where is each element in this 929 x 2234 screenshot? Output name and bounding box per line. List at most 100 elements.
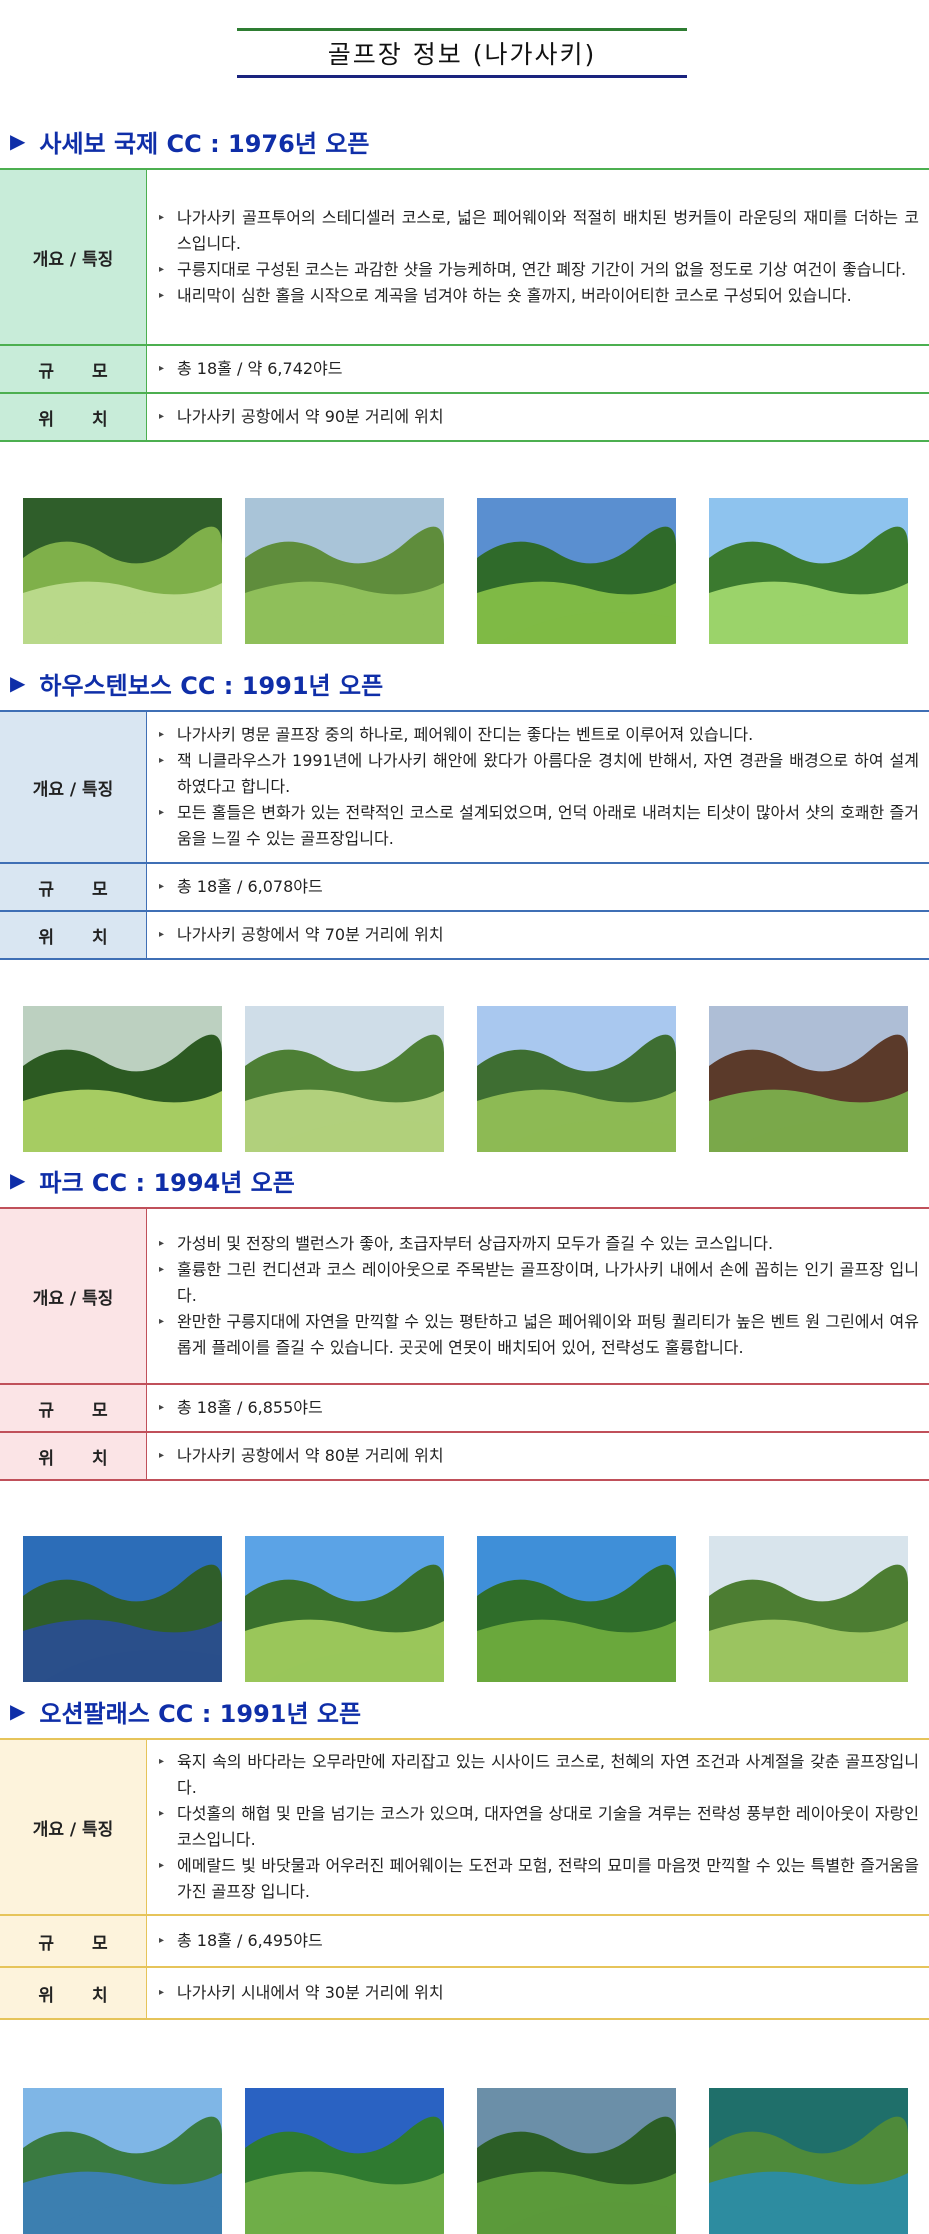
row-label-text: 위치 — [0, 1449, 145, 1469]
course-photo — [709, 498, 908, 644]
info-row: 규모▸총 18홀 / 6,495야드 — [0, 1915, 929, 1967]
bullet-item: ▸총 18홀 / 6,078야드 — [159, 874, 919, 900]
bullet-icon: ▸ — [159, 922, 177, 948]
bullet-text: 총 18홀 / 약 6,742야드 — [177, 356, 919, 382]
triangle-bullet-icon: ▶ — [10, 129, 25, 153]
course-heading: ▶ 오션팔래스 CC : 1991년 오픈 — [10, 1694, 361, 1728]
row-label: 개요 / 특징 — [0, 711, 147, 863]
bullet-text: 나가사키 골프투어의 스테디셀러 코스로, 넓은 페어웨이와 적절히 배치된 벙… — [177, 205, 919, 257]
course-photo — [23, 1006, 222, 1152]
bullet-icon: ▸ — [159, 1749, 177, 1801]
bullet-item: ▸에메랄드 빛 바닷물과 어우러진 페어웨이는 도전과 모험, 전략의 묘미를 … — [159, 1853, 919, 1905]
course-info-table: 개요 / 특징 ▸육지 속의 바다라는 오무라만에 자리잡고 있는 시사이드 코스… — [0, 1738, 929, 2020]
bullet-icon: ▸ — [159, 1928, 177, 1954]
bullet-icon: ▸ — [159, 1309, 177, 1361]
bullet-text: 총 18홀 / 6,855야드 — [177, 1395, 919, 1421]
features-cell: ▸육지 속의 바다라는 오무라만에 자리잡고 있는 시사이드 코스로, 천혜의 … — [147, 1739, 929, 1915]
course-photo — [245, 1536, 444, 1682]
info-row: 개요 / 특징▸나가사키 명문 골프장 중의 하나로, 페어웨이 잔디는 좋다는… — [0, 711, 929, 863]
row-label: 규모 — [0, 1384, 147, 1432]
page-title-box: 골프장 정보 (나가사키) — [237, 28, 687, 78]
course-heading: ▶사세보 국제 CC : 1976년 오픈 — [10, 124, 369, 158]
triangle-bullet-icon: ▶ — [10, 671, 25, 695]
features-cell: ▸가성비 및 전장의 밸런스가 좋아, 초급자부터 상급자까지 모두가 즐길 수… — [147, 1208, 929, 1384]
course-heading: ▶ 파크 CC : 1994년 오픈 — [10, 1163, 295, 1197]
bullet-text: 훌륭한 그린 컨디션과 코스 레이아웃으로 주목받는 골프장이며, 나가사키 내… — [177, 1257, 919, 1309]
bullet-item: ▸나가사키 시내에서 약 30분 거리에 위치 — [159, 1980, 919, 2006]
info-row: 규모 ▸총 18홀 / 6,078야드 — [0, 863, 929, 911]
location-cell: ▸나가사키 시내에서 약 30분 거리에 위치 — [147, 1967, 929, 2019]
bullet-icon: ▸ — [159, 1443, 177, 1469]
bullet-text: 나가사키 시내에서 약 30분 거리에 위치 — [177, 1980, 919, 2006]
row-label: 위치 — [0, 1432, 147, 1480]
scale-cell: ▸총 18홀 / 6,078야드 — [147, 863, 929, 911]
bullet-item: ▸나가사키 공항에서 약 70분 거리에 위치 — [159, 922, 919, 948]
row-label: 개요 / 특징 — [0, 1208, 147, 1384]
bullet-icon: ▸ — [159, 283, 177, 309]
course-photo — [23, 498, 222, 644]
bullet-text: 나가사키 명문 골프장 중의 하나로, 페어웨이 잔디는 좋다는 벤트로 이루어… — [177, 722, 919, 748]
bullet-icon: ▸ — [159, 257, 177, 283]
bullet-item: ▸총 18홀 / 약 6,742야드 — [159, 356, 919, 382]
info-row: 위치 ▸나가사키 시내에서 약 30분 거리에 위치 — [0, 1967, 929, 2019]
course-info-table: 개요 / 특징▸가성비 및 전장의 밸런스가 좋아, 초급자부터 상급자까지 모… — [0, 1207, 929, 1481]
course-photo — [709, 1536, 908, 1682]
scale-cell: ▸총 18홀 / 6,495야드 — [147, 1915, 929, 1967]
course-photo — [245, 1006, 444, 1152]
course-photo — [477, 2088, 676, 2234]
bullet-text: 내리막이 심한 홀을 시작으로 계곡을 넘겨야 하는 숏 홀까지, 버라이어티한… — [177, 283, 919, 309]
info-row: 규모 ▸총 18홀 / 6,855야드 — [0, 1384, 929, 1432]
bullet-item: ▸나가사키 골프투어의 스테디셀러 코스로, 넓은 페어웨이와 적절히 배치된 … — [159, 205, 919, 257]
bullet-icon: ▸ — [159, 748, 177, 800]
row-label-text: 위치 — [0, 928, 145, 948]
row-label-text: 규모 — [0, 362, 145, 382]
location-cell: ▸나가사키 공항에서 약 70분 거리에 위치 — [147, 911, 929, 959]
course-heading-text: 파크 CC : 1994년 오픈 — [39, 1163, 294, 1198]
bullet-text: 가성비 및 전장의 밸런스가 좋아, 초급자부터 상급자까지 모두가 즐길 수 … — [177, 1231, 919, 1257]
row-label: 개요 / 특징 — [0, 1739, 147, 1915]
bullet-icon: ▸ — [159, 1395, 177, 1421]
course-info-table: 개요 / 특징▸나가사키 명문 골프장 중의 하나로, 페어웨이 잔디는 좋다는… — [0, 710, 929, 960]
row-label: 개요 / 특징 — [0, 169, 147, 345]
bullet-item: ▸나가사키 공항에서 약 90분 거리에 위치 — [159, 404, 919, 430]
triangle-bullet-icon: ▶ — [10, 1168, 25, 1192]
bullet-item: ▸모든 홀들은 변화가 있는 전략적인 코스로 설계되었으며, 언덕 아래로 내… — [159, 800, 919, 852]
scale-cell: ▸총 18홀 / 6,855야드 — [147, 1384, 929, 1432]
bullet-item: ▸완만한 구릉지대에 자연을 만끽할 수 있는 평탄하고 넓은 페어웨이와 퍼팅… — [159, 1309, 919, 1361]
location-cell: ▸나가사키 공항에서 약 80분 거리에 위치 — [147, 1432, 929, 1480]
course-photo — [709, 1006, 908, 1152]
bullet-item: ▸잭 니클라우스가 1991년에 나가사키 해안에 왔다가 아름다운 경치에 반… — [159, 748, 919, 800]
row-label-text: 개요 / 특징 — [33, 250, 114, 270]
course-photo — [477, 1006, 676, 1152]
bullet-item: ▸내리막이 심한 홀을 시작으로 계곡을 넘겨야 하는 숏 홀까지, 버라이어티… — [159, 283, 919, 309]
bullet-item: ▸육지 속의 바다라는 오무라만에 자리잡고 있는 시사이드 코스로, 천혜의 … — [159, 1749, 919, 1801]
bullet-text: 나가사키 공항에서 약 70분 거리에 위치 — [177, 922, 919, 948]
bullet-icon: ▸ — [159, 1853, 177, 1905]
bullet-icon: ▸ — [159, 1801, 177, 1853]
bullet-icon: ▸ — [159, 1257, 177, 1309]
bullet-item: ▸총 18홀 / 6,855야드 — [159, 1395, 919, 1421]
bullet-icon: ▸ — [159, 874, 177, 900]
row-label-text: 위치 — [0, 410, 145, 430]
bullet-icon: ▸ — [159, 800, 177, 852]
triangle-bullet-icon: ▶ — [10, 1699, 25, 1723]
info-row: 개요 / 특징▸가성비 및 전장의 밸런스가 좋아, 초급자부터 상급자까지 모… — [0, 1208, 929, 1384]
row-label: 위치 — [0, 1967, 147, 2019]
course-photo — [477, 1536, 676, 1682]
course-heading: ▶ 하우스텐보스 CC : 1991년 오픈 — [10, 666, 383, 700]
course-heading-text: 하우스텐보스 CC : 1991년 오픈 — [39, 666, 383, 701]
bullet-item: ▸나가사키 공항에서 약 80분 거리에 위치 — [159, 1443, 919, 1469]
bullet-item: ▸구릉지대로 구성된 코스는 과감한 샷을 가능케하며, 연간 폐장 기간이 거… — [159, 257, 919, 283]
row-label: 규모 — [0, 1915, 147, 1967]
row-label-text: 규모 — [0, 880, 145, 900]
row-label-text: 개요 / 특징 — [33, 1820, 114, 1840]
bullet-text: 모든 홀들은 변화가 있는 전략적인 코스로 설계되었으며, 언덕 아래로 내려… — [177, 800, 919, 852]
bullet-icon: ▸ — [159, 404, 177, 430]
course-heading-text: 오션팔래스 CC : 1991년 오픈 — [39, 1694, 361, 1729]
info-row: 위치 ▸나가사키 공항에서 약 90분 거리에 위치 — [0, 393, 929, 441]
row-label: 위치 — [0, 911, 147, 959]
bullet-item: ▸다섯홀의 해협 및 만을 넘기는 코스가 있으며, 대자연을 상대로 기술을 … — [159, 1801, 919, 1853]
bullet-text: 구릉지대로 구성된 코스는 과감한 샷을 가능케하며, 연간 폐장 기간이 거의… — [177, 257, 919, 283]
bullet-icon: ▸ — [159, 722, 177, 748]
bullet-text: 에메랄드 빛 바닷물과 어우러진 페어웨이는 도전과 모험, 전략의 묘미를 마… — [177, 1853, 919, 1905]
